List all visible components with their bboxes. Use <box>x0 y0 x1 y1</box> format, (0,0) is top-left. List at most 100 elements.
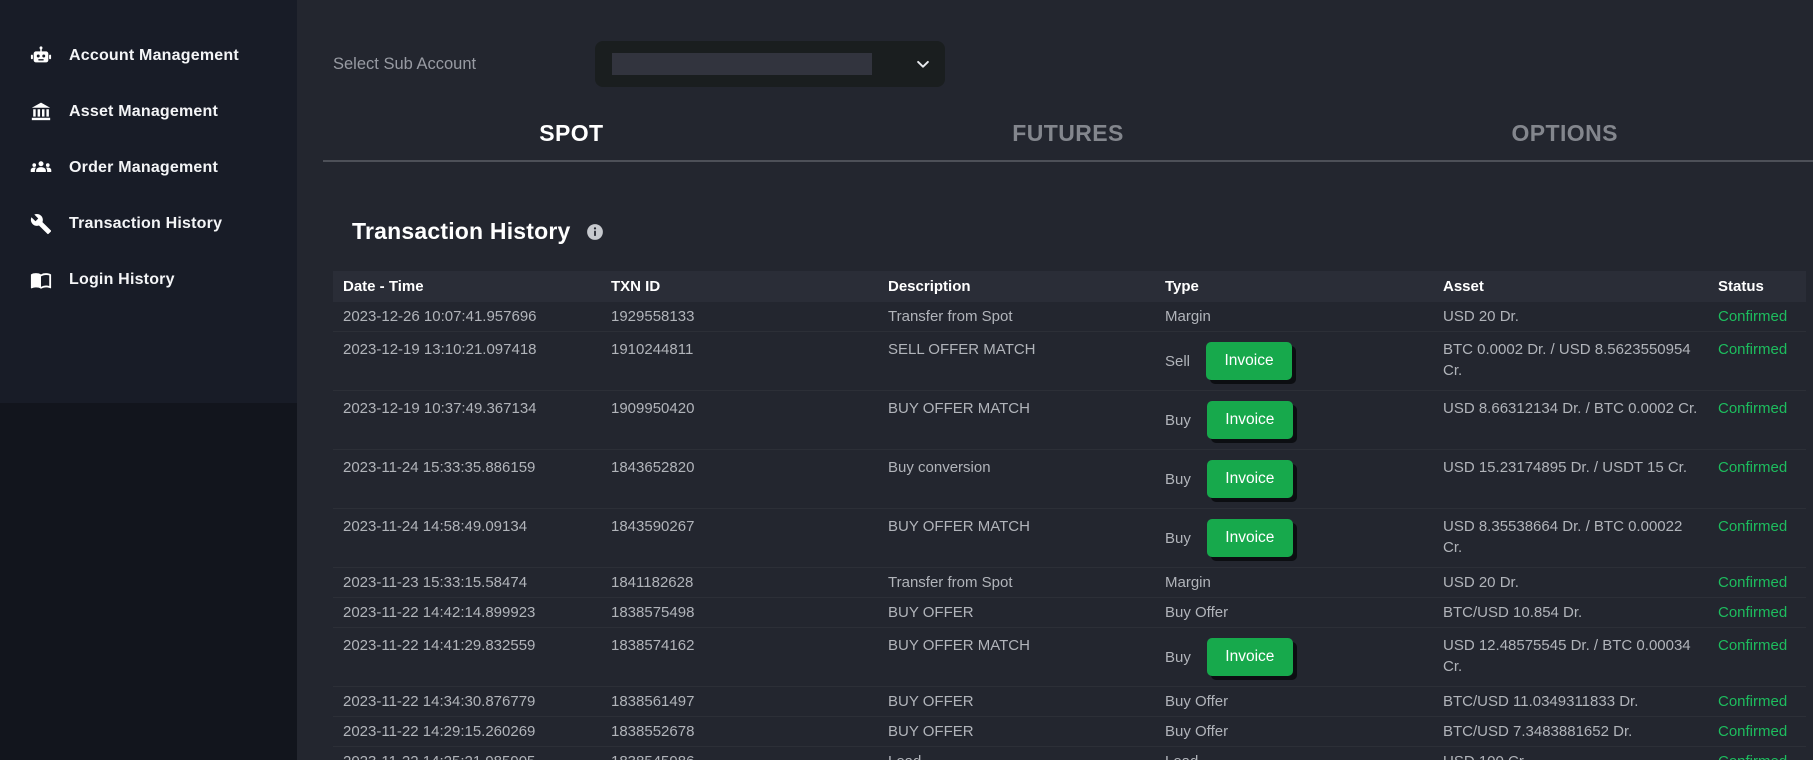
status-badge: Confirmed <box>1718 574 1788 591</box>
cell-type: Buy Invoice <box>1165 509 1443 567</box>
status-badge: Confirmed <box>1718 637 1788 654</box>
cell-description: BUY OFFER MATCH <box>888 518 1030 535</box>
subaccount-select[interactable] <box>595 41 945 87</box>
cell-txn-id: 1838552678 <box>611 723 695 740</box>
wrench-icon <box>30 213 52 235</box>
type-label: Sell <box>1165 352 1191 370</box>
status-badge: Confirmed <box>1718 693 1788 710</box>
cell-date-time: 2023-11-22 14:41:29.832559 <box>343 637 536 654</box>
invoice-button[interactable]: Invoice <box>1206 460 1293 498</box>
cell-type: Load <box>1165 747 1443 760</box>
sidebar-item-transaction-history[interactable]: Transaction History <box>0 196 297 252</box>
sidebar-item-account-management[interactable]: Account Management <box>0 28 297 84</box>
people-icon <box>30 157 52 179</box>
type-label: Buy Offer <box>1165 693 1229 710</box>
column-header: Type <box>1165 278 1199 295</box>
cell-asset: USD 8.35538664 Dr. / BTC 0.00022 Cr. <box>1443 518 1683 556</box>
tab-spot[interactable]: SPOT <box>323 108 820 160</box>
status-badge: Confirmed <box>1718 308 1788 325</box>
cell-txn-id: 1838545986 <box>611 747 888 760</box>
cell-asset: BTC/USD 7.3483881652 Dr. <box>1443 723 1633 740</box>
type-label: Buy Offer <box>1165 604 1229 621</box>
cell-txn-id: 1843590267 <box>611 518 695 535</box>
tab-options[interactable]: OPTIONS <box>1316 108 1813 160</box>
status-badge: Confirmed <box>1718 604 1788 621</box>
tab-futures[interactable]: FUTURES <box>820 108 1317 160</box>
sidebar-item-asset-management[interactable]: Asset Management <box>0 84 297 140</box>
cell-date-time: 2023-11-24 14:58:49.09134 <box>343 518 528 535</box>
sidebar-item-login-history[interactable]: Login History <box>0 252 297 308</box>
invoice-button[interactable]: Invoice <box>1206 401 1293 439</box>
table-row: 2023-11-22 14:42:14.899923 1838575498 BU… <box>333 598 1806 628</box>
type-label: Buy <box>1165 470 1191 488</box>
chevron-down-icon <box>917 60 929 68</box>
cell-asset: USD 20 Dr. <box>1443 308 1519 325</box>
sidebar-item-label: Asset Management <box>69 103 219 120</box>
cell-txn-id: 1910244811 <box>611 341 694 358</box>
cell-asset: BTC/USD 11.0349311833 Dr. <box>1443 693 1639 710</box>
type-label: Load <box>1165 751 1198 760</box>
sidebar-item-order-management[interactable]: Order Management <box>0 140 297 196</box>
cell-date-time: 2023-11-24 15:33:35.886159 <box>343 459 536 476</box>
main-content: Select Sub Account SPOT FUTURES OPTIONS … <box>297 0 1813 760</box>
cell-date-time: 2023-11-23 15:33:15.58474 <box>343 574 528 591</box>
table-row: 2023-11-22 14:34:30.876779 1838561497 BU… <box>333 687 1806 717</box>
cell-date-time: 2023-11-22 14:29:15.260269 <box>343 723 536 740</box>
cell-date-time: 2023-11-22 14:42:14.899923 <box>343 604 536 621</box>
column-header: Asset <box>1443 278 1484 295</box>
cell-txn-id: 1838575498 <box>611 604 695 621</box>
cell-date-time: 2023-11-22 14:34:30.876779 <box>343 693 536 710</box>
sidebar-item-label: Login History <box>69 271 175 288</box>
info-icon[interactable] <box>586 223 604 241</box>
invoice-button[interactable]: Invoice <box>1206 342 1293 380</box>
cell-txn-id: 1843652820 <box>611 459 695 476</box>
status-badge: Confirmed <box>1718 747 1806 760</box>
bank-icon <box>30 101 52 123</box>
table-body: 2023-12-26 10:07:41.957696 1929558133 Tr… <box>333 302 1806 760</box>
type-label: Buy <box>1165 529 1191 547</box>
table-row: 2023-11-24 14:58:49.09134 1843590267 BUY… <box>333 509 1806 568</box>
cell-type: Buy Invoice <box>1165 628 1443 686</box>
sidebar-menu: Account Management Asset Management Orde… <box>0 0 297 403</box>
page-title: Transaction History <box>352 218 571 244</box>
cell-description: BUY OFFER MATCH <box>888 637 1030 654</box>
type-label: Buy Offer <box>1165 723 1229 740</box>
table-row: 2023-12-26 10:07:41.957696 1929558133 Tr… <box>333 302 1806 332</box>
cell-txn-id: 1838561497 <box>611 693 695 710</box>
cell-date-time: 2023-11-22 14:25:21.985905 <box>333 747 611 760</box>
cell-description: Buy conversion <box>888 459 991 476</box>
sidebar-item-label: Order Management <box>69 159 219 176</box>
cell-description: Transfer from Spot <box>888 308 1013 325</box>
cell-description: Transfer from Spot <box>888 574 1013 591</box>
cell-asset: USD 15.23174895 Dr. / USDT 15 Cr. <box>1443 459 1688 476</box>
cell-date-time: 2023-12-19 10:37:49.367134 <box>343 400 537 417</box>
invoice-button[interactable]: Invoice <box>1206 519 1293 557</box>
column-header: Date - Time <box>343 278 424 295</box>
table-row: 2023-11-22 14:41:29.832559 1838574162 BU… <box>333 628 1806 687</box>
sidebar-item-label: Transaction History <box>69 215 223 232</box>
cell-date-time: 2023-12-26 10:07:41.957696 <box>343 308 537 325</box>
invoice-button[interactable]: Invoice <box>1206 638 1293 676</box>
cell-date-time: 2023-12-19 13:10:21.097418 <box>343 341 537 358</box>
cell-txn-id: 1909950420 <box>611 400 695 417</box>
cell-asset: USD 100 Cr. <box>1443 747 1718 760</box>
status-badge: Confirmed <box>1718 341 1788 358</box>
cell-asset: USD 12.48575545 Dr. / BTC 0.00034 Cr. <box>1443 637 1691 675</box>
cell-txn-id: 1841182628 <box>611 574 694 591</box>
type-label: Margin <box>1165 574 1211 591</box>
subaccount-row: Select Sub Account <box>297 0 1813 88</box>
transaction-table: Date - Time TXN ID Description Type Asse… <box>333 271 1806 760</box>
column-header: Description <box>888 278 971 295</box>
status-badge: Confirmed <box>1718 723 1788 740</box>
table-row: 2023-11-24 15:33:35.886159 1843652820 Bu… <box>333 450 1806 509</box>
cell-description: BUY OFFER <box>888 723 974 740</box>
cell-asset: USD 20 Dr. <box>1443 574 1519 591</box>
cell-type: Buy Invoice <box>1165 450 1443 508</box>
cell-type: Buy Offer <box>1165 717 1443 746</box>
type-label: Buy <box>1165 411 1191 429</box>
column-header: TXN ID <box>611 278 661 295</box>
cell-type: Margin <box>1165 302 1443 331</box>
market-tabs: SPOT FUTURES OPTIONS <box>323 108 1813 162</box>
table-row: 2023-12-19 10:37:49.367134 1909950420 BU… <box>333 391 1806 450</box>
sidebar-item-label: Account Management <box>69 47 239 64</box>
